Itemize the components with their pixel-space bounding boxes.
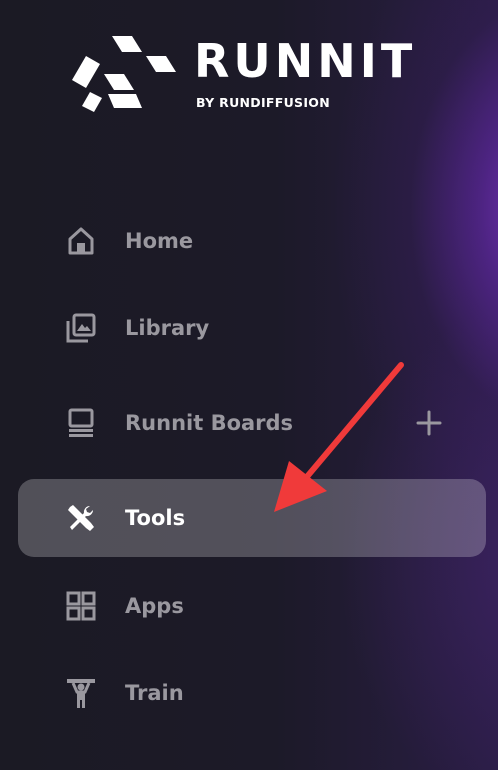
- library-icon: [64, 311, 98, 345]
- sidebar-item-runnit-boards[interactable]: Runnit Boards: [18, 384, 486, 462]
- sidebar-item-label: Home: [125, 229, 194, 253]
- sidebar-item-label: Apps: [125, 594, 184, 618]
- sidebar-item-train[interactable]: Train: [18, 654, 486, 732]
- boards-icon: [64, 406, 98, 440]
- sidebar-item-home[interactable]: Home: [18, 202, 486, 280]
- sidebar-item-tools[interactable]: Tools: [18, 479, 486, 557]
- apps-icon: [64, 589, 98, 623]
- sidebar-item-label: Runnit Boards: [125, 411, 294, 435]
- sidebar-item-label: Library: [125, 316, 210, 340]
- brand-logo[interactable]: RUNNIT BY RUNDIFFUSION: [68, 34, 438, 114]
- runnit-logo-icon: [72, 36, 176, 112]
- sidebar-item-label: Tools: [125, 506, 186, 530]
- tools-icon: [64, 501, 98, 535]
- brand-subtitle: BY RUNDIFFUSION: [196, 95, 330, 110]
- sidebar-item-label: Train: [125, 681, 184, 705]
- home-icon: [64, 224, 98, 258]
- sidebar-item-library[interactable]: Library: [18, 289, 486, 367]
- plus-icon[interactable]: [416, 410, 442, 436]
- train-icon: [64, 676, 98, 710]
- sidebar-item-apps[interactable]: Apps: [18, 567, 486, 645]
- brand-wordmark: RUNNIT: [194, 34, 417, 88]
